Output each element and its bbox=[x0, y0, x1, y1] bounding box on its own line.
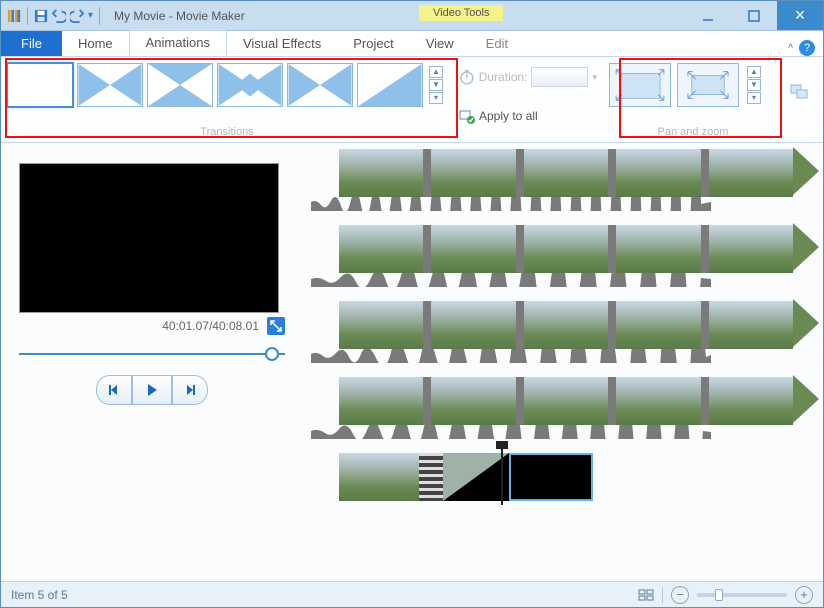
apply-group: Duration: ▾ Apply to all bbox=[453, 57, 603, 142]
zoom-out-button[interactable]: − bbox=[671, 586, 689, 604]
transitions-gallery-scroll[interactable]: ▲▼▾ bbox=[429, 66, 443, 104]
transition-none[interactable] bbox=[7, 63, 73, 107]
apply-all-icon bbox=[459, 108, 475, 124]
apply-all-label: Apply to all bbox=[479, 109, 538, 123]
fullscreen-button[interactable] bbox=[267, 317, 285, 335]
transitions-group: ▲▼▾ Transitions bbox=[1, 57, 453, 142]
ribbon-tabs: File Home Animations Visual Effects Proj… bbox=[1, 31, 823, 57]
playhead[interactable] bbox=[501, 445, 503, 505]
pan-zoom-out[interactable] bbox=[677, 63, 739, 107]
seek-bar[interactable] bbox=[19, 347, 285, 361]
undo-icon[interactable] bbox=[52, 9, 66, 23]
maximize-button[interactable] bbox=[731, 1, 777, 30]
preview-screen[interactable] bbox=[19, 163, 279, 313]
zoom-in-button[interactable]: + bbox=[795, 586, 813, 604]
help-icon[interactable]: ? bbox=[799, 40, 815, 56]
pan-zoom-gallery-scroll[interactable]: ▲▼▾ bbox=[747, 66, 761, 104]
window-controls: × bbox=[685, 1, 823, 30]
ribbon: ▲▼▾ Transitions Duration: ▾ Apply to all… bbox=[1, 57, 823, 143]
timeline-pane[interactable] bbox=[301, 143, 823, 581]
titlebar: ▾ My Movie - Movie Maker × bbox=[1, 1, 823, 31]
pan-zoom-in[interactable] bbox=[609, 63, 671, 107]
transition-bowtie-horizontal[interactable] bbox=[77, 63, 143, 107]
tab-edit[interactable]: Edit bbox=[470, 32, 524, 56]
timeline-track[interactable] bbox=[311, 375, 793, 429]
transition-diamond[interactable] bbox=[217, 63, 283, 107]
apply-all-row[interactable]: Apply to all bbox=[459, 108, 597, 124]
pan-zoom-group-label: Pan and zoom bbox=[609, 124, 777, 140]
tab-animations[interactable]: Animations bbox=[129, 30, 227, 56]
window-title: My Movie - Movie Maker bbox=[108, 9, 685, 23]
pan-zoom-group: ▲▼▾ Pan and zoom bbox=[603, 57, 783, 142]
statusbar: Item 5 of 5 − + bbox=[1, 581, 823, 607]
close-button[interactable]: × bbox=[777, 1, 823, 30]
time-display: 40:01.07/40:08.01 bbox=[162, 319, 259, 333]
separator bbox=[662, 587, 663, 603]
thumbnail-view-icon[interactable] bbox=[638, 587, 654, 603]
timeline-track[interactable] bbox=[311, 223, 793, 277]
status-item-text: Item 5 of 5 bbox=[11, 588, 68, 602]
duration-field[interactable] bbox=[531, 67, 588, 87]
transition-bowtie-vertical[interactable] bbox=[147, 63, 213, 107]
misc-icon[interactable] bbox=[789, 81, 809, 101]
transition-cross[interactable] bbox=[287, 63, 353, 107]
redo-icon[interactable] bbox=[70, 9, 84, 23]
separator bbox=[27, 7, 28, 25]
tab-file[interactable]: File bbox=[1, 31, 62, 56]
transition-diagonal[interactable] bbox=[357, 63, 423, 107]
tab-project[interactable]: Project bbox=[337, 32, 409, 56]
zoom-slider[interactable] bbox=[697, 593, 787, 597]
app-icon bbox=[7, 9, 21, 23]
tab-home[interactable]: Home bbox=[62, 32, 129, 56]
next-frame-button[interactable] bbox=[172, 375, 208, 405]
separator bbox=[99, 7, 100, 25]
save-icon[interactable] bbox=[34, 9, 48, 23]
pan-zoom-gallery: ▲▼▾ bbox=[609, 63, 777, 107]
ribbon-expand-icon[interactable]: ^ bbox=[788, 43, 793, 54]
tab-view[interactable]: View bbox=[410, 32, 470, 56]
contextual-tab-label: Video Tools bbox=[419, 5, 503, 21]
qat-dropdown-icon[interactable]: ▾ bbox=[88, 10, 93, 21]
minimize-button[interactable] bbox=[685, 1, 731, 30]
timeline-track[interactable] bbox=[311, 299, 793, 353]
tab-visual-effects[interactable]: Visual Effects bbox=[227, 32, 337, 56]
play-button[interactable] bbox=[132, 375, 172, 405]
duration-row: Duration: ▾ bbox=[459, 67, 597, 87]
duration-icon bbox=[459, 69, 475, 85]
transitions-group-label: Transitions bbox=[7, 124, 447, 140]
play-controls bbox=[19, 375, 285, 405]
quick-access-toolbar: ▾ bbox=[1, 1, 108, 30]
prev-frame-button[interactable] bbox=[96, 375, 132, 405]
duration-dropdown-icon[interactable]: ▾ bbox=[592, 72, 597, 83]
transitions-gallery: ▲▼▾ bbox=[7, 63, 447, 107]
preview-pane: 40:01.07/40:08.01 bbox=[1, 143, 301, 581]
workspace: 40:01.07/40:08.01 bbox=[1, 143, 823, 581]
duration-label: Duration: bbox=[479, 70, 528, 84]
timeline-track[interactable] bbox=[311, 147, 793, 201]
timeline-track-selected[interactable] bbox=[311, 451, 793, 505]
misc-group bbox=[783, 57, 823, 142]
